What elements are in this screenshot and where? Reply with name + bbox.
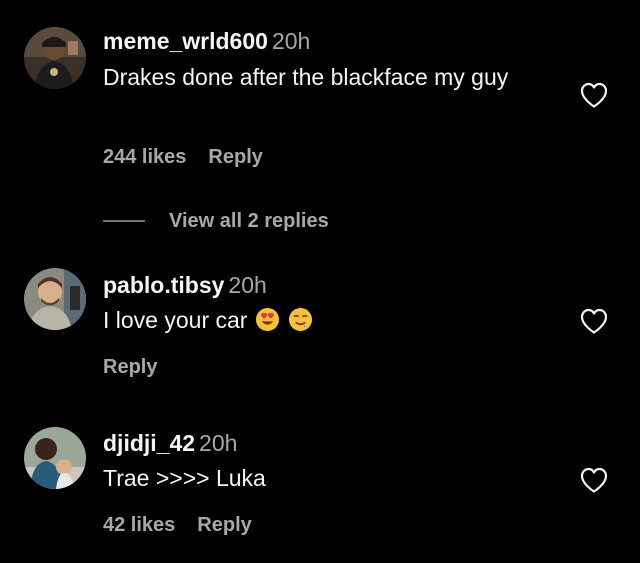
username-link[interactable]: djidji_42: [103, 430, 195, 456]
reply-button[interactable]: Reply: [208, 146, 262, 168]
view-replies-button[interactable]: View all 2 replies: [103, 206, 329, 236]
likes-count[interactable]: 244 likes: [103, 146, 186, 168]
heart-eyes-emoji: [256, 307, 280, 332]
heart-icon[interactable]: [579, 466, 609, 494]
avatar-photo-icon: [24, 268, 86, 330]
timestamp: 20h: [271, 28, 311, 54]
comment-actions: 244 likes Reply: [103, 145, 263, 169]
comment-text: Drakes done after the blackface my guy: [103, 64, 509, 90]
comment-header: pablo.tibsy 20h: [103, 271, 267, 299]
heart-icon[interactable]: [579, 307, 609, 335]
view-replies-label: View all 2 replies: [169, 209, 329, 232]
comment-actions: Reply: [103, 355, 157, 379]
username-link[interactable]: pablo.tibsy: [103, 272, 224, 298]
drooling-face-emoji: [289, 307, 313, 332]
comment-header: djidji_42 20h: [103, 429, 237, 457]
likes-count[interactable]: 42 likes: [103, 514, 175, 536]
avatar[interactable]: [24, 427, 86, 489]
comment-actions: 42 likes Reply: [103, 513, 252, 537]
replies-divider: [103, 220, 145, 222]
heart-icon[interactable]: [579, 81, 609, 109]
comment-header: meme_wrld600 20h: [103, 27, 310, 55]
comment-text: I love your car: [103, 303, 573, 337]
avatar-photo-icon: [24, 427, 86, 489]
timestamp: 20h: [199, 430, 238, 456]
comment-text: Trae >>>> Luka: [103, 465, 266, 491]
avatar[interactable]: [24, 268, 86, 330]
timestamp: 20h: [228, 272, 267, 298]
reply-button[interactable]: Reply: [197, 514, 251, 536]
username-link[interactable]: meme_wrld600: [103, 28, 268, 54]
reply-button[interactable]: Reply: [103, 356, 157, 378]
avatar-photo-icon: [24, 27, 86, 89]
comment-text-content: I love your car: [103, 307, 248, 333]
avatar[interactable]: [24, 27, 86, 89]
